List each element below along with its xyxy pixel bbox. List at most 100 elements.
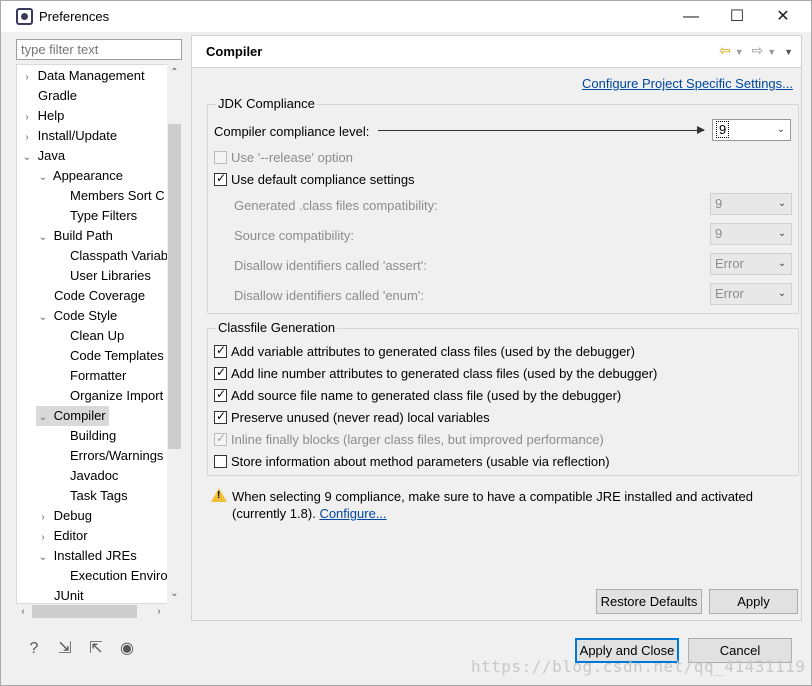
tree-item-classpath-variables[interactable]: Classpath Variab [70,246,168,266]
tree-item-execution-environments[interactable]: Execution Enviro [70,566,168,586]
close-button[interactable]: ✕ [760,1,806,32]
checkbox-checked-icon [214,171,227,186]
tree-item-help[interactable]: › Help [20,106,64,126]
forward-arrow-icon[interactable]: ⇨ [752,42,764,58]
store-method-parameters-checkbox[interactable]: Store information about method parameter… [214,454,610,469]
tree-item-errors-warnings[interactable]: Errors/Warnings [70,446,163,466]
configure-jre-link[interactable]: Configure... [319,506,386,521]
chevron-down-icon: ⌄ [38,552,48,563]
warning-line-2: (currently 1.8). Configure... [232,506,387,521]
add-line-number-attributes-checkbox[interactable]: Add line number attributes to generated … [214,365,657,381]
checkbox-icon [214,151,227,164]
preserve-unused-variables-checkbox[interactable]: Preserve unused (never read) local varia… [214,409,490,425]
chevron-down-icon: ⌄ [38,232,48,243]
add-source-file-name-checkbox[interactable]: Add source file name to generated class … [214,387,621,403]
enum-identifier-label: Disallow identifiers called 'enum': [234,288,424,303]
view-menu-icon[interactable]: ▼ [784,47,793,57]
chevron-right-icon: › [25,72,29,83]
chevron-right-icon: › [25,112,29,123]
chevron-right-icon: › [41,532,45,543]
compliance-level-value: 9 [715,121,730,138]
tree-item-installed-jres[interactable]: ⌄ Installed JREs [36,546,137,566]
assert-identifier-value: Error [715,256,744,271]
tree-item-javadoc[interactable]: Javadoc [70,466,118,486]
chevron-down-icon: ⌄ [38,412,48,423]
tree-item-code-style[interactable]: ⌄ Code Style [36,306,117,326]
compiler-page: Compiler ⇦ ▼ ⇨ ▼ ▼ Configure Project Speci… [191,35,802,621]
page-title: Compiler [206,44,263,59]
assert-identifier-select[interactable]: Error ⌄ [710,253,792,275]
record-icon[interactable]: ◉ [116,638,138,660]
release-option-checkbox[interactable]: Use '--release' option [214,150,353,165]
tree-item-gradle[interactable]: Gradle [38,86,77,106]
restore-defaults-button[interactable]: Restore Defaults [596,589,702,614]
add-variable-attributes-checkbox[interactable]: Add variable attributes to generated cla… [214,343,635,359]
import-icon[interactable]: ⇲ [54,638,76,660]
generated-compat-select[interactable]: 9 ⌄ [710,193,792,215]
chevron-right-icon: › [41,512,45,523]
chevron-down-icon: ⌄ [777,288,787,299]
chevron-right-icon: › [25,132,29,143]
tree-item-junit[interactable]: JUnit [54,586,84,603]
apply-button[interactable]: Apply [709,589,798,614]
checkbox-icon [214,455,227,468]
annotation-arrow [378,126,705,134]
jdk-compliance-label: JDK Compliance [216,96,317,111]
tree-item-building[interactable]: Building [70,426,116,446]
chevron-down-icon: ⌄ [22,152,32,163]
tree-vertical-scrollbar[interactable]: ⌃ ⌄ [167,64,182,604]
inline-finally-blocks-checkbox[interactable]: Inline finally blocks (larger class file… [214,431,604,447]
page-header: Compiler ⇦ ▼ ⇨ ▼ ▼ [192,36,801,68]
back-arrow-icon[interactable]: ⇦ [719,42,731,58]
assert-identifier-label: Disallow identifiers called 'assert': [234,258,427,273]
window-title: Preferences [39,9,110,24]
tree-item-debug[interactable]: › Debug [36,506,92,526]
chevron-down-icon[interactable]: ▼ [735,47,744,57]
enum-identifier-value: Error [715,286,744,301]
enum-identifier-select[interactable]: Error ⌄ [710,283,792,305]
tree-item-java[interactable]: ⌄ Java [20,146,65,166]
chevron-down-icon: ⌄ [38,312,48,323]
chevron-down-icon: ⌄ [777,258,787,269]
chevron-down-icon[interactable]: ⌄ [167,587,182,601]
tree-item-install-update[interactable]: › Install/Update [20,126,117,146]
tree-item-clean-up[interactable]: Clean Up [70,326,124,346]
maximize-button[interactable]: ☐ [714,1,760,32]
tree-item-compiler[interactable]: ⌄ Compiler [36,406,109,426]
chevron-up-icon[interactable]: ⌃ [167,66,182,80]
tree-item-formatter[interactable]: Formatter [70,366,126,386]
tree-item-appearance[interactable]: ⌄ Appearance [36,166,123,186]
tree-item-editor[interactable]: › Editor [36,526,87,546]
use-default-compliance-checkbox[interactable]: Use default compliance settings [214,171,415,187]
chevron-down-icon: ⌄ [38,172,48,183]
tree-item-user-libraries[interactable]: User Libraries [70,266,151,286]
minimize-button[interactable]: — [668,1,714,32]
tree-item-code-templates[interactable]: Code Templates [70,346,164,366]
checkbox-checked-icon [214,365,227,380]
chevron-down-icon: ⌄ [777,228,787,239]
tree-item-task-tags[interactable]: Task Tags [70,486,128,506]
chevron-down-icon[interactable]: ▼ [767,47,776,57]
warning-icon: ! [211,488,227,502]
title-bar: Preferences — ☐ ✕ [1,1,811,32]
tree-item-code-coverage[interactable]: Code Coverage [54,286,145,306]
configure-project-settings-link[interactable]: Configure Project Specific Settings... [582,76,793,91]
tree-item-build-path[interactable]: ⌄ Build Path [36,226,113,246]
chevron-right-icon[interactable]: › [152,604,166,619]
export-icon[interactable]: ⇱ [85,638,107,660]
checkbox-checked-icon [214,343,227,358]
tree-item-members-sort[interactable]: Members Sort C [70,186,165,206]
tree-scroll-thumb[interactable] [168,124,181,449]
help-icon[interactable]: ? [23,638,45,660]
filter-input[interactable] [16,39,182,60]
source-compat-select[interactable]: 9 ⌄ [710,223,792,245]
tree-item-data-management[interactable]: › Data Management [20,66,144,86]
tree-hscroll-thumb[interactable] [32,605,137,618]
chevron-down-icon: ⌄ [777,198,787,209]
compliance-level-select[interactable]: 9 ⌄ [712,119,791,141]
chevron-left-icon[interactable]: ‹ [16,604,30,619]
tree-horizontal-scrollbar[interactable]: ‹ › [16,604,182,619]
tree-item-type-filters[interactable]: Type Filters [70,206,137,226]
generated-compat-value: 9 [715,196,723,211]
tree-item-organize-imports[interactable]: Organize Import [70,386,163,406]
